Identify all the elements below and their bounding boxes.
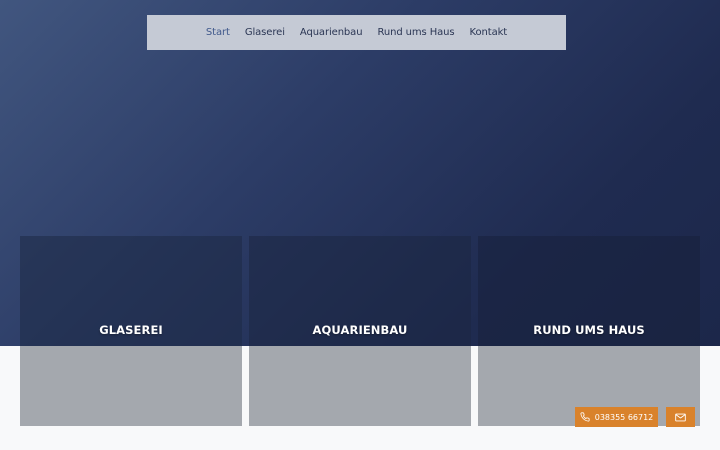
tile-aquarienbau[interactable]: AQUARIENBAU — [249, 236, 471, 426]
tile-image-placeholder — [20, 346, 242, 426]
mail-icon — [675, 413, 686, 422]
nav-item-glaserei[interactable]: Glaserei — [245, 27, 285, 38]
nav-item-aquarienbau[interactable]: Aquarienbau — [300, 27, 363, 38]
tile-image-placeholder — [249, 346, 471, 426]
tile-title: AQUARIENBAU — [312, 323, 408, 337]
tile-glaserei[interactable]: GLASEREI — [20, 236, 242, 426]
main-navigation: Start Glaserei Aquarienbau Rund ums Haus… — [147, 15, 566, 50]
nav-item-rund-ums-haus[interactable]: Rund ums Haus — [377, 27, 454, 38]
tile-title: GLASEREI — [99, 323, 163, 337]
nav-item-kontakt[interactable]: Kontakt — [470, 27, 508, 38]
nav-item-start[interactable]: Start — [206, 27, 230, 38]
tile-title: RUND UMS HAUS — [533, 323, 645, 337]
phone-number: 038355 66712 — [594, 412, 654, 422]
tile-rund-ums-haus[interactable]: RUND UMS HAUS — [478, 236, 700, 426]
phone-icon — [580, 412, 590, 422]
phone-button[interactable]: 038355 66712 — [575, 407, 658, 427]
mail-button[interactable] — [666, 407, 695, 427]
